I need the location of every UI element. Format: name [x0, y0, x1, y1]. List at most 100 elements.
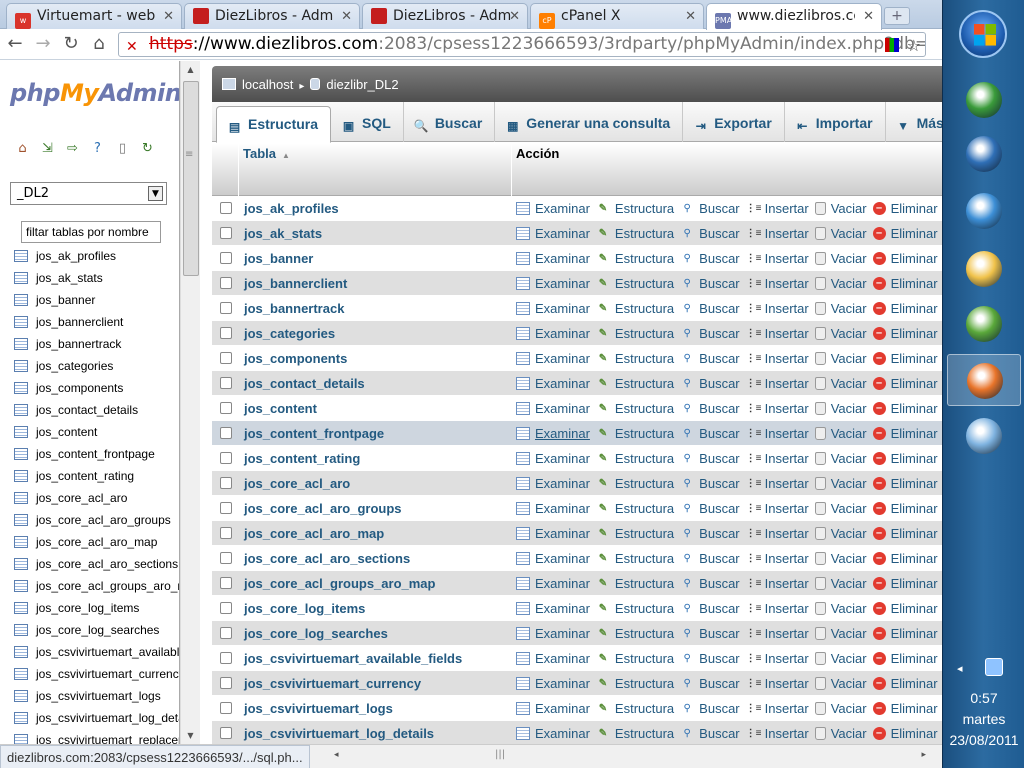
action-examinar[interactable]: Examinar [516, 676, 590, 691]
action-insertar[interactable]: ⋮≡ Insertar [746, 251, 809, 266]
action-vaciar[interactable]: Vaciar [814, 726, 867, 741]
sidebar-table-item[interactable]: jos_components [14, 377, 179, 399]
action-examinar[interactable]: Examinar [516, 701, 590, 716]
browser-tab[interactable]: PMA www.diezlibros.com ✕ [706, 3, 882, 30]
action-buscar[interactable]: ⚲ Buscar [680, 726, 740, 741]
tab-estructura[interactable]: ▤ Estructura [216, 106, 332, 143]
breadcrumb-database[interactable]: diezlibr_DL2 [326, 77, 398, 92]
tab-generar-una-consulta[interactable]: ▦ Generar una consulta [495, 102, 684, 142]
action-buscar[interactable]: ⚲ Buscar [680, 676, 740, 691]
taskbar-firefox-button[interactable] [947, 354, 1021, 406]
table-name-link[interactable]: jos_contact_details [242, 376, 516, 391]
sidebar-table-item[interactable]: jos_content [14, 421, 179, 443]
sidebar-table-item[interactable]: jos_content_frontpage [14, 443, 179, 465]
action-insertar[interactable]: ⋮≡ Insertar [746, 526, 809, 541]
table-name-link[interactable]: jos_csvivirtuemart_logs [242, 701, 516, 716]
table-name-link[interactable]: jos_core_log_items [242, 601, 516, 616]
action-eliminar[interactable]: – Eliminar [872, 651, 938, 666]
taskbar-openoffice-button[interactable] [947, 185, 1021, 237]
action-estructura[interactable]: ✎ Estructura [596, 501, 674, 516]
row-checkbox[interactable] [220, 227, 232, 239]
action-estructura[interactable]: ✎ Estructura [596, 201, 674, 216]
action-insertar[interactable]: ⋮≡ Insertar [746, 351, 809, 366]
action-vaciar[interactable]: Vaciar [814, 526, 867, 541]
action-eliminar[interactable]: – Eliminar [872, 226, 938, 241]
action-eliminar[interactable]: – Eliminar [872, 626, 938, 641]
action-buscar[interactable]: ⚲ Buscar [680, 351, 740, 366]
table-name-link[interactable]: jos_core_acl_aro_groups [242, 501, 516, 516]
row-checkbox[interactable] [220, 627, 232, 639]
action-examinar[interactable]: Examinar [516, 426, 590, 441]
sidebar-table-item[interactable]: jos_ak_stats [14, 267, 179, 289]
horizontal-scrollbar[interactable]: ◂ ||| ▸ [334, 749, 926, 765]
action-buscar[interactable]: ⚲ Buscar [680, 401, 740, 416]
action-buscar[interactable]: ⚲ Buscar [680, 451, 740, 466]
row-checkbox[interactable] [220, 327, 232, 339]
action-vaciar[interactable]: Vaciar [814, 326, 867, 341]
table-name-link[interactable]: jos_bannertrack [242, 301, 516, 316]
action-estructura[interactable]: ✎ Estructura [596, 301, 674, 316]
tab-exportar[interactable]: ⇥ Exportar [683, 102, 785, 142]
action-buscar[interactable]: ⚲ Buscar [680, 526, 740, 541]
row-checkbox[interactable] [220, 577, 232, 589]
action-vaciar[interactable]: Vaciar [814, 251, 867, 266]
action-vaciar[interactable]: Vaciar [814, 551, 867, 566]
action-examinar[interactable]: Examinar [516, 651, 590, 666]
action-examinar[interactable]: Examinar [516, 501, 590, 516]
docs-icon[interactable]: ▯ [114, 141, 131, 157]
action-vaciar[interactable]: Vaciar [814, 651, 867, 666]
action-examinar[interactable]: Examinar [516, 401, 590, 416]
action-vaciar[interactable]: Vaciar [814, 276, 867, 291]
action-examinar[interactable]: Examinar [516, 726, 590, 741]
action-estructura[interactable]: ✎ Estructura [596, 476, 674, 491]
row-checkbox[interactable] [220, 302, 232, 314]
action-estructura[interactable]: ✎ Estructura [596, 576, 674, 591]
table-name-link[interactable]: jos_bannerclient [242, 276, 516, 291]
action-buscar[interactable]: ⚲ Buscar [680, 626, 740, 641]
sidebar-table-item[interactable]: jos_csvivirtuemart_logs [14, 685, 179, 707]
action-buscar[interactable]: ⚲ Buscar [680, 501, 740, 516]
scrollbar-thumb[interactable] [183, 81, 199, 276]
action-examinar[interactable]: Examinar [516, 526, 590, 541]
action-estructura[interactable]: ✎ Estructura [596, 601, 674, 616]
close-icon[interactable]: ✕ [509, 9, 520, 24]
taskbar-notepad-button[interactable] [947, 410, 1021, 462]
sidebar-table-item[interactable]: jos_core_acl_aro_groups [14, 509, 179, 531]
row-checkbox[interactable] [220, 677, 232, 689]
action-buscar[interactable]: ⚲ Buscar [680, 276, 740, 291]
action-eliminar[interactable]: – Eliminar [872, 726, 938, 741]
action-eliminar[interactable]: – Eliminar [872, 426, 938, 441]
action-estructura[interactable]: ✎ Estructura [596, 726, 674, 741]
action-eliminar[interactable]: – Eliminar [872, 601, 938, 616]
new-tab-button[interactable]: + [884, 7, 910, 25]
sidebar-table-item[interactable]: jos_bannerclient [14, 311, 179, 333]
action-examinar[interactable]: Examinar [516, 476, 590, 491]
browser-tab[interactable]: w Virtuemart - weber ✕ [6, 3, 182, 29]
action-vaciar[interactable]: Vaciar [814, 601, 867, 616]
table-name-link[interactable]: jos_ak_stats [242, 226, 516, 241]
home-icon[interactable]: ⌂ [14, 141, 31, 157]
action-insertar[interactable]: ⋮≡ Insertar [746, 701, 809, 716]
action-estructura[interactable]: ✎ Estructura [596, 526, 674, 541]
scroll-down-icon[interactable]: ▼ [181, 727, 200, 744]
sidebar-table-item[interactable]: jos_ak_profiles [14, 245, 179, 267]
action-insertar[interactable]: ⋮≡ Insertar [746, 626, 809, 641]
tab-sql[interactable]: ▣ SQL [331, 102, 404, 142]
action-estructura[interactable]: ✎ Estructura [596, 676, 674, 691]
sidebar-table-item[interactable]: jos_core_acl_aro [14, 487, 179, 509]
tab-buscar[interactable]: 🔍 Buscar [404, 102, 496, 142]
table-name-link[interactable]: jos_csvivirtuemart_available_fields [242, 651, 516, 666]
action-eliminar[interactable]: – Eliminar [872, 351, 938, 366]
row-checkbox[interactable] [220, 427, 232, 439]
action-insertar[interactable]: ⋮≡ Insertar [746, 426, 809, 441]
row-checkbox[interactable] [220, 602, 232, 614]
action-estructura[interactable]: ✎ Estructura [596, 551, 674, 566]
action-vaciar[interactable]: Vaciar [814, 701, 867, 716]
sidebar-table-item[interactable]: jos_core_log_searches [14, 619, 179, 641]
table-name-link[interactable]: jos_csvivirtuemart_currency [242, 676, 516, 691]
action-buscar[interactable]: ⚲ Buscar [680, 476, 740, 491]
action-examinar[interactable]: Examinar [516, 251, 590, 266]
address-bar[interactable]: ✕ https://www.diezlibros.com:2083/cpsess… [118, 32, 926, 57]
action-buscar[interactable]: ⚲ Buscar [680, 226, 740, 241]
action-vaciar[interactable]: Vaciar [814, 501, 867, 516]
